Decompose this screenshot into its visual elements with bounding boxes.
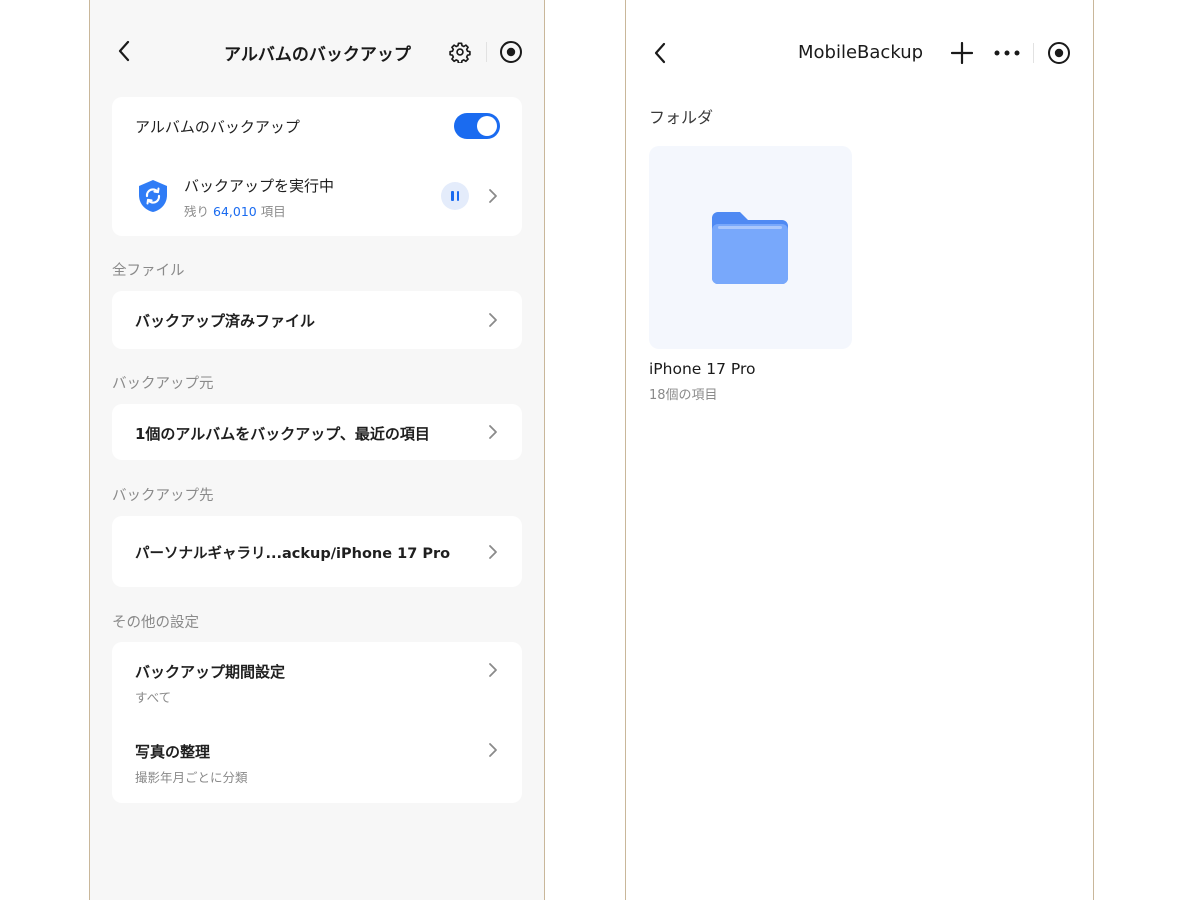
shield-sync-icon	[139, 180, 167, 212]
remaining-count: 64,010	[213, 204, 257, 219]
backup-period-value: すべて	[135, 690, 172, 705]
chevron-right-icon	[489, 663, 497, 677]
nav-divider	[1033, 43, 1034, 63]
record-button[interactable]	[498, 39, 524, 65]
mobile-backup-screen: MobileBackup フォルダ iPhone 17 Pro 18個の項目	[625, 0, 1094, 900]
backup-status-card: アルバムのバックアップ バックアップを実行中 残り 64,010 項目	[112, 97, 522, 236]
record-icon	[1048, 42, 1070, 64]
gear-icon	[449, 42, 471, 63]
backup-remaining-text: 残り 64,010 項目	[184, 201, 286, 220]
photo-organize-label: 写真の整理	[135, 743, 211, 761]
folder-name[interactable]: iPhone 17 Pro	[649, 360, 756, 378]
chevron-right-icon	[489, 425, 497, 439]
backed-up-files-label: バックアップ済みファイル	[135, 312, 316, 330]
folder-tile-iphone[interactable]	[649, 146, 852, 349]
record-button[interactable]	[1046, 40, 1072, 66]
album-backup-toggle-label: アルバムのバックアップ	[135, 118, 300, 136]
chevron-right-icon	[489, 545, 497, 559]
backed-up-files-row[interactable]: バックアップ済みファイル	[112, 291, 522, 349]
album-backup-toggle[interactable]	[454, 113, 500, 139]
folder-item-count: 18個の項目	[649, 388, 718, 403]
page-title: MobileBackup	[798, 42, 924, 63]
other-settings-card: バックアップ期間設定 すべて 写真の整理 撮影年月ごとに分類	[112, 642, 522, 803]
more-button[interactable]	[992, 40, 1022, 66]
photo-organize-row[interactable]: 写真の整理 撮影年月ごとに分類	[112, 722, 522, 802]
pause-button[interactable]	[441, 182, 469, 210]
chevron-right-icon[interactable]	[484, 187, 502, 205]
section-backup-destination: バックアップ先	[112, 488, 214, 504]
backup-destination-label: パーソナルギャラリ...ackup/iPhone 17 Pro	[135, 546, 451, 562]
section-backup-source: バックアップ元	[112, 376, 214, 392]
chevron-left-icon	[654, 42, 666, 64]
settings-button[interactable]	[447, 39, 473, 65]
backup-source-row[interactable]: 1個のアルバムをバックアップ、最近の項目	[112, 404, 522, 460]
section-all-files: 全ファイル	[112, 263, 185, 279]
pause-icon	[451, 191, 454, 201]
chevron-right-icon	[489, 743, 497, 757]
section-folders: フォルダ	[649, 108, 714, 127]
backup-period-row[interactable]: バックアップ期間設定 すべて	[112, 642, 522, 722]
plus-icon	[951, 42, 973, 64]
chevron-right-icon	[489, 313, 497, 327]
page-title: アルバムのバックアップ	[224, 45, 411, 65]
add-button[interactable]	[949, 40, 975, 66]
record-icon	[500, 41, 522, 63]
toggle-knob	[477, 116, 497, 136]
folder-icon	[712, 212, 788, 284]
backup-source-label: 1個のアルバムをバックアップ、最近の項目	[135, 425, 430, 443]
remaining-prefix: 残り	[184, 204, 210, 219]
section-other-settings: その他の設定	[112, 615, 199, 631]
more-dots-icon	[994, 50, 1020, 56]
back-button[interactable]	[112, 38, 136, 64]
backup-status-title: バックアップを実行中	[184, 177, 335, 195]
album-backup-screen: アルバムのバックアップ アルバムのバックアップ バックアップを実行中 残り 64…	[89, 0, 545, 900]
remaining-suffix: 項目	[260, 204, 286, 219]
photo-organize-value: 撮影年月ごとに分類	[135, 770, 248, 785]
backup-destination-row[interactable]: パーソナルギャラリ...ackup/iPhone 17 Pro	[112, 516, 522, 587]
backup-period-label: バックアップ期間設定	[135, 663, 286, 681]
chevron-left-icon	[118, 40, 130, 62]
nav-divider	[486, 42, 487, 62]
back-button[interactable]	[648, 40, 672, 66]
